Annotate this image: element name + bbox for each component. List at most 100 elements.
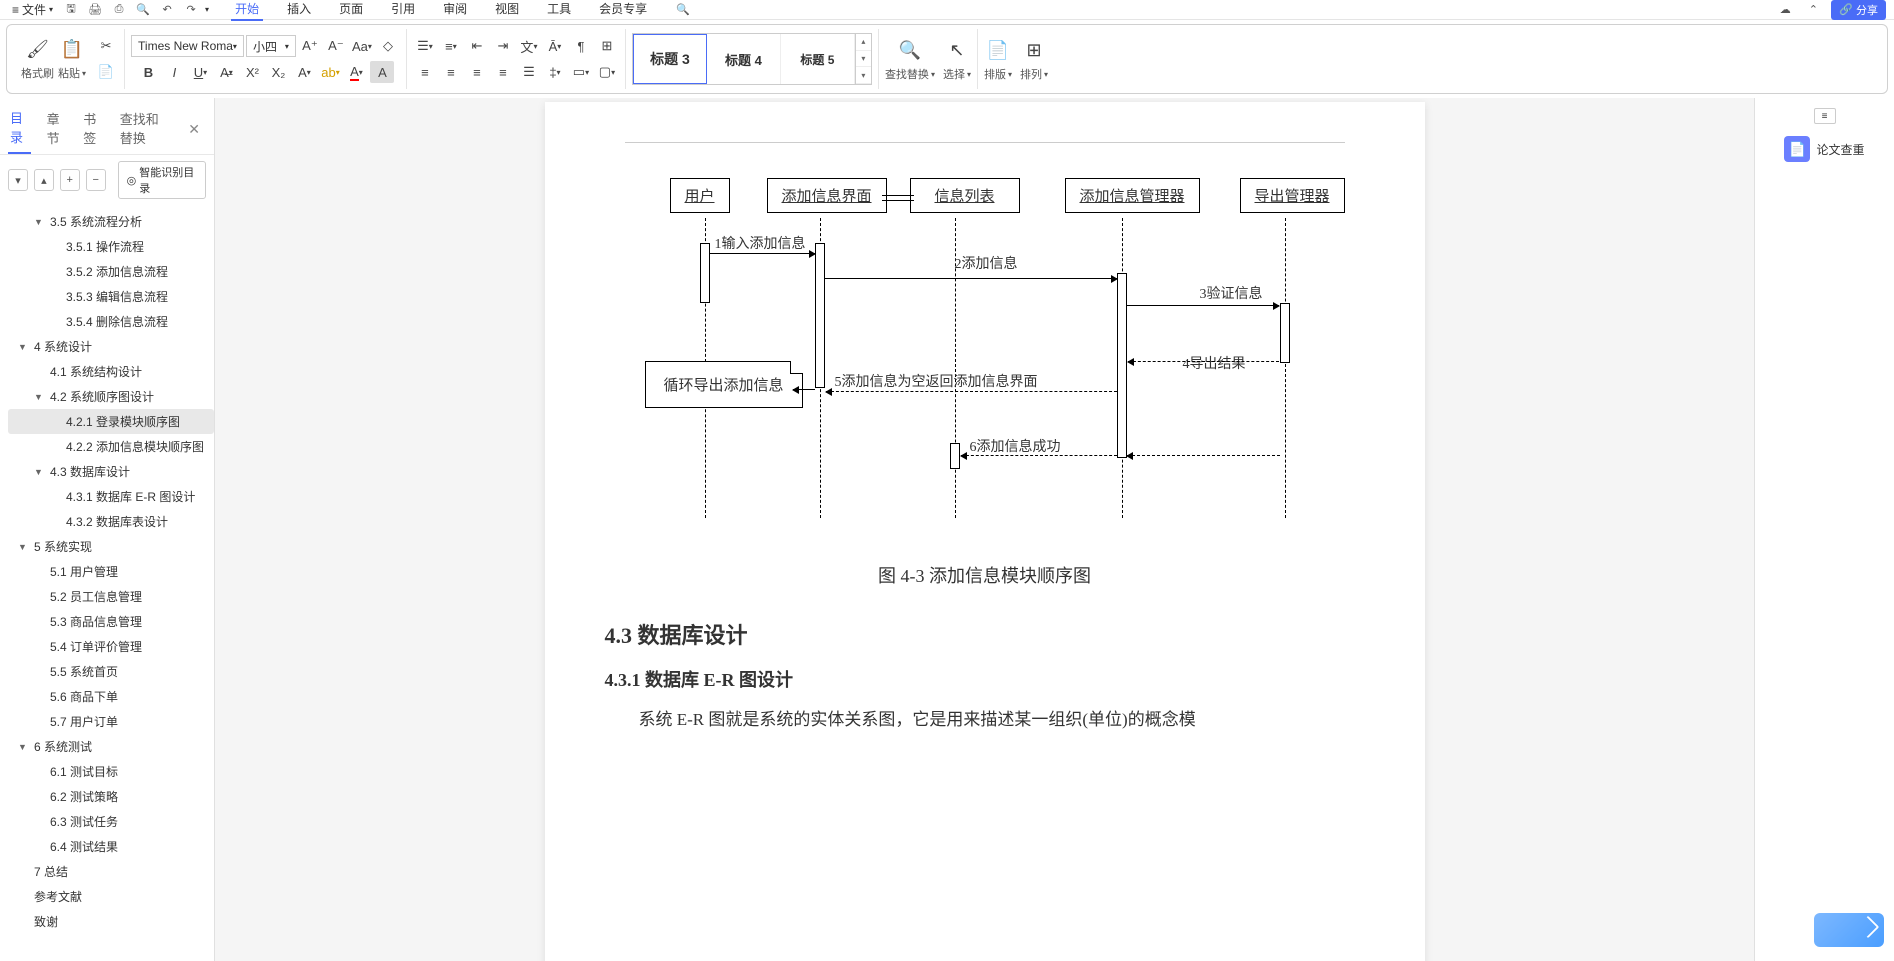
toc-item[interactable]: ▼5.3 商品信息管理 xyxy=(8,609,214,634)
toc-item[interactable]: ▼5.6 商品下单 xyxy=(8,684,214,709)
subscript-icon[interactable]: X₂ xyxy=(266,61,290,83)
increase-indent-icon[interactable]: ⇥ xyxy=(491,35,515,57)
toc-item[interactable]: ▼4.3.2 数据库表设计 xyxy=(8,509,214,534)
toc-item[interactable]: ▼4.1 系统结构设计 xyxy=(8,359,214,384)
format-painter-icon[interactable]: 🖌 xyxy=(24,35,52,63)
style-heading5[interactable]: 标题 5 xyxy=(781,34,855,84)
bold-icon[interactable]: B xyxy=(136,61,160,83)
toc-item[interactable]: ▼5.7 用户订单 xyxy=(8,709,214,734)
superscript-icon[interactable]: X² xyxy=(240,61,264,83)
toc-caret-icon[interactable]: ▼ xyxy=(34,467,46,477)
toc-caret-icon[interactable]: ▼ xyxy=(18,342,30,352)
align-left-icon[interactable]: ≡ xyxy=(413,61,437,83)
toc-item[interactable]: ▼6.2 测试策略 xyxy=(8,784,214,809)
nav-close-icon[interactable]: ✕ xyxy=(182,119,206,140)
style-scroll-down[interactable]: ▾ xyxy=(856,51,871,68)
layout-icon[interactable]: 📄 xyxy=(984,36,1012,64)
strikethrough-icon[interactable]: A̶▾ xyxy=(214,61,238,83)
sort-icon[interactable]: Ā▾ xyxy=(543,35,567,57)
toc-item[interactable]: ▼致谢 xyxy=(8,909,214,934)
ai-assistant-button[interactable] xyxy=(1814,913,1884,947)
expand-all-icon[interactable]: ▴ xyxy=(34,169,54,191)
line-spacing-icon[interactable]: ‡▾ xyxy=(543,61,567,83)
tab-tools[interactable]: 工具 xyxy=(543,0,575,21)
nav-tab-bookmark[interactable]: 书签 xyxy=(81,105,104,153)
paste-btn[interactable]: 粘贴▾ xyxy=(58,65,86,81)
toc-item[interactable]: ▼3.5.4 删除信息流程 xyxy=(8,309,214,334)
toc-caret-icon[interactable]: ▼ xyxy=(34,392,46,402)
bullet-list-icon[interactable]: ☰▾ xyxy=(413,35,437,57)
save-icon[interactable]: 🖫 xyxy=(61,1,81,19)
italic-icon[interactable]: I xyxy=(162,61,186,83)
tab-page[interactable]: 页面 xyxy=(335,0,367,21)
shading-icon[interactable]: ▭▾ xyxy=(569,61,593,83)
sidebar-toggle-icon[interactable]: ≡ xyxy=(1814,108,1836,124)
select-icon[interactable]: ↖ xyxy=(943,36,971,64)
numbered-list-icon[interactable]: ≡▾ xyxy=(439,35,463,57)
paper-check-button[interactable]: 📄 论文查重 xyxy=(1776,132,1872,166)
toc-item[interactable]: ▼6 系统测试 xyxy=(8,734,214,759)
arrange-btn[interactable]: 排列▾ xyxy=(1020,66,1048,82)
toc-item[interactable]: ▼3.5 系统流程分析 xyxy=(8,209,214,234)
search-icon[interactable]: 🔍 xyxy=(673,1,693,19)
char-shading-icon[interactable]: A xyxy=(370,61,394,83)
justify-icon[interactable]: ≡ xyxy=(491,61,515,83)
font-family-select[interactable]: Times New Roma▾ xyxy=(131,35,244,57)
smart-toc-button[interactable]: ◎ 智能识别目录 xyxy=(118,161,206,199)
style-scroll-up[interactable]: ▴ xyxy=(856,34,871,51)
toc-item[interactable]: ▼参考文献 xyxy=(8,884,214,909)
style-expand[interactable]: ▾ xyxy=(856,67,871,84)
toc-caret-icon[interactable]: ▼ xyxy=(18,542,30,552)
toc-item[interactable]: ▼4.2 系统顺序图设计 xyxy=(8,384,214,409)
toc-item[interactable]: ▼4.2.2 添加信息模块顺序图 xyxy=(8,434,214,459)
tab-insert[interactable]: 插入 xyxy=(283,0,315,21)
remove-item-icon[interactable]: − xyxy=(86,169,106,191)
file-menu[interactable]: ≡ 文件 ▾ xyxy=(8,1,57,18)
toc-item[interactable]: ▼5.4 订单评价管理 xyxy=(8,634,214,659)
undo-icon[interactable]: ↶ xyxy=(157,1,177,19)
show-marks-icon[interactable]: ¶ xyxy=(569,35,593,57)
toc-item[interactable]: ▼6.4 测试结果 xyxy=(8,834,214,859)
toc-item[interactable]: ▼4 系统设计 xyxy=(8,334,214,359)
toc-item[interactable]: ▼3.5.2 添加信息流程 xyxy=(8,259,214,284)
zoom-icon[interactable]: 🔍 xyxy=(133,1,153,19)
increase-font-icon[interactable]: A⁺ xyxy=(298,35,322,57)
align-center-icon[interactable]: ≡ xyxy=(439,61,463,83)
text-effects-icon[interactable]: A▾ xyxy=(292,61,316,83)
print-preview-icon[interactable]: ⎙ xyxy=(109,1,129,19)
font-color-icon[interactable]: A▾ xyxy=(344,61,368,83)
paste-icon[interactable]: 📋 xyxy=(58,35,86,63)
tab-reference[interactable]: 引用 xyxy=(387,0,419,21)
layout-btn[interactable]: 排版▾ xyxy=(984,66,1012,82)
toc-item[interactable]: ▼7 总结 xyxy=(8,859,214,884)
change-case-icon[interactable]: Aa▾ xyxy=(350,35,374,57)
chevron-up-icon[interactable]: ⌃ xyxy=(1803,1,1823,19)
underline-icon[interactable]: U▾ xyxy=(188,61,212,83)
toc-item[interactable]: ▼4.2.1 登录模块顺序图 xyxy=(8,409,214,434)
distribute-icon[interactable]: ☰ xyxy=(517,61,541,83)
tab-icon[interactable]: ⊞ xyxy=(595,35,619,57)
chevron-down-icon[interactable]: ▾ xyxy=(205,5,209,14)
toc-item[interactable]: ▼5.1 用户管理 xyxy=(8,559,214,584)
toc-item[interactable]: ▼5.2 员工信息管理 xyxy=(8,584,214,609)
toc-item[interactable]: ▼3.5.1 操作流程 xyxy=(8,234,214,259)
decrease-font-icon[interactable]: A⁻ xyxy=(324,35,348,57)
style-heading3[interactable]: 标题 3 xyxy=(633,34,707,84)
arrange-icon[interactable]: ⊞ xyxy=(1020,36,1048,64)
borders-icon[interactable]: ▢▾ xyxy=(595,61,619,83)
clear-format-icon[interactable]: ◇ xyxy=(376,35,400,57)
copy-icon[interactable]: 📄 xyxy=(94,61,118,83)
highlight-icon[interactable]: ab▾ xyxy=(318,61,342,83)
toc-caret-icon[interactable]: ▼ xyxy=(18,742,30,752)
document-canvas[interactable]: 用户 添加信息界面 信息列表 添加信息管理器 导出管理器 xyxy=(215,98,1754,961)
toc-item[interactable]: ▼5.5 系统首页 xyxy=(8,659,214,684)
toc-caret-icon[interactable]: ▼ xyxy=(34,217,46,227)
tab-view[interactable]: 视图 xyxy=(491,0,523,21)
tab-member[interactable]: 会员专享 xyxy=(595,0,651,21)
nav-tab-chapter[interactable]: 章节 xyxy=(45,105,68,153)
cloud-icon[interactable]: ☁ xyxy=(1775,1,1795,19)
cut-icon[interactable]: ✂ xyxy=(94,35,118,57)
redo-icon[interactable]: ↷ xyxy=(181,1,201,19)
align-right-icon[interactable]: ≡ xyxy=(465,61,489,83)
share-button[interactable]: 🔗 分享 xyxy=(1831,0,1886,20)
